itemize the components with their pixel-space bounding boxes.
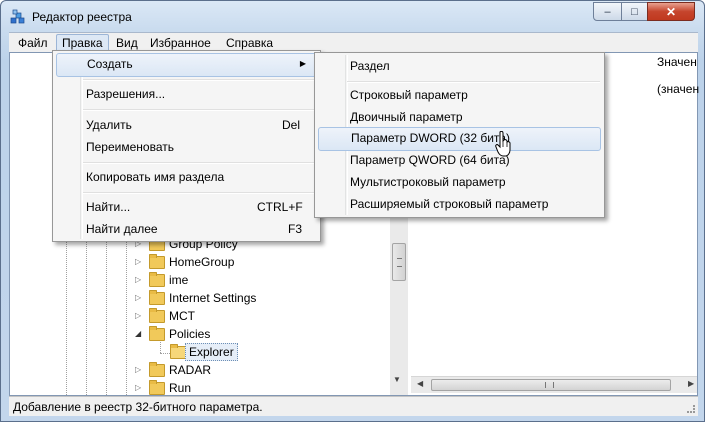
folder-icon bbox=[170, 344, 186, 359]
value-cell[interactable]: (значен bbox=[657, 82, 699, 96]
scroll-down-icon[interactable]: ▼ bbox=[393, 375, 401, 384]
menu-item-find-next[interactable]: Найти далее F3 bbox=[56, 218, 317, 240]
tree-node-label: Policies bbox=[169, 327, 211, 341]
submenu-item-key[interactable]: Раздел bbox=[318, 55, 601, 77]
tree-node-radar[interactable]: ▷ RADAR bbox=[135, 361, 335, 379]
menu-separator bbox=[83, 109, 316, 111]
menu-item-label: Копировать имя раздела bbox=[86, 170, 225, 184]
folder-icon bbox=[149, 380, 165, 395]
menu-item-label: Параметр QWORD (64 бита) bbox=[350, 153, 510, 167]
scroll-thumb[interactable] bbox=[392, 243, 406, 281]
close-button[interactable]: ✕ bbox=[647, 2, 695, 21]
menu-separator bbox=[83, 162, 316, 164]
menu-item-label: Найти далее bbox=[86, 222, 158, 236]
tree-node-label: ime bbox=[169, 273, 189, 287]
shortcut-label: Del bbox=[282, 118, 301, 132]
maximize-button[interactable]: □ bbox=[621, 2, 648, 21]
expand-arrow-icon[interactable]: ▷ bbox=[135, 361, 141, 379]
submenu-item-binary-value[interactable]: Двоичный параметр bbox=[318, 106, 601, 128]
menu-item-label: Создать bbox=[87, 57, 133, 71]
scroll-right-icon[interactable]: ▶ bbox=[688, 379, 694, 388]
submenu-arrow-icon: ▶ bbox=[299, 59, 306, 68]
tree-node-ime[interactable]: ▷ ime bbox=[135, 271, 335, 289]
submenu-item-qword-value[interactable]: Параметр QWORD (64 бита) bbox=[318, 149, 601, 171]
menu-item-label: Мультистроковый параметр bbox=[350, 175, 506, 189]
status-text: Добавление в реестр 32-битного параметра… bbox=[13, 400, 263, 414]
menu-item-label: Переименовать bbox=[86, 140, 174, 154]
tree-node-label: Run bbox=[169, 381, 192, 395]
shortcut-label: CTRL+F bbox=[257, 200, 303, 214]
folder-icon bbox=[149, 362, 165, 377]
list-horizontal-scrollbar[interactable] bbox=[411, 376, 697, 393]
scroll-thumb[interactable] bbox=[431, 379, 671, 391]
tree-node-label: MCT bbox=[169, 309, 195, 323]
menu-separator bbox=[83, 192, 316, 194]
tree-node-mct[interactable]: ▷ MCT bbox=[135, 307, 335, 325]
menu-item-label: Параметр DWORD (32 бита) bbox=[351, 131, 510, 145]
collapse-arrow-icon[interactable]: ◢ bbox=[135, 325, 141, 343]
menu-item-create[interactable]: Создать ▶ bbox=[56, 53, 317, 77]
folder-icon bbox=[149, 308, 165, 323]
menu-item-label: Удалить bbox=[86, 118, 132, 132]
edit-menu-dropdown: Создать ▶ Разрешения... Удалить Del Пере… bbox=[52, 50, 321, 242]
menu-item-label: Строковый параметр bbox=[350, 88, 468, 102]
grip-icon bbox=[397, 258, 402, 267]
status-bar: Добавление в реестр 32-битного параметра… bbox=[9, 396, 698, 416]
tree-node-internet-settings[interactable]: ▷ Internet Settings bbox=[135, 289, 335, 307]
scroll-left-icon[interactable]: ◀ bbox=[417, 379, 423, 388]
menu-item-find[interactable]: Найти... CTRL+F bbox=[56, 196, 317, 218]
tree-node-label: RADAR bbox=[169, 363, 212, 377]
expand-arrow-icon[interactable]: ▷ bbox=[135, 271, 141, 289]
expand-arrow-icon[interactable]: ▷ bbox=[135, 307, 141, 325]
submenu-item-string-value[interactable]: Строковый параметр bbox=[318, 84, 601, 106]
resize-grip-icon[interactable] bbox=[687, 405, 695, 413]
expand-arrow-icon[interactable]: ▷ bbox=[135, 379, 141, 395]
tree-node-label-selected: Explorer bbox=[185, 343, 238, 361]
tree-node-policies[interactable]: ◢ Policies bbox=[135, 325, 335, 343]
menu-separator bbox=[347, 81, 600, 83]
folder-icon bbox=[149, 272, 165, 287]
hand-pointer-icon bbox=[495, 131, 511, 157]
menu-item-permissions[interactable]: Разрешения... bbox=[56, 83, 317, 105]
tree-node-explorer[interactable]: Explorer bbox=[168, 343, 368, 361]
tree-node-homegroup[interactable]: ▷ HomeGroup bbox=[135, 253, 335, 271]
submenu-item-dword-value[interactable]: Параметр DWORD (32 бита) bbox=[318, 127, 601, 151]
menu-item-delete[interactable]: Удалить Del bbox=[56, 114, 317, 136]
menu-separator bbox=[83, 79, 316, 81]
tree-node-run[interactable]: ▷ Run bbox=[135, 379, 335, 395]
menu-item-label: Двоичный параметр bbox=[350, 110, 463, 124]
menu-item-label: Раздел bbox=[350, 59, 390, 73]
menu-item-label: Разрешения... bbox=[86, 87, 166, 101]
folder-icon bbox=[149, 254, 165, 269]
create-submenu: Раздел Строковый параметр Двоичный парам… bbox=[314, 52, 605, 218]
menu-file[interactable]: Файл bbox=[13, 34, 53, 52]
tree-node-label: HomeGroup bbox=[169, 255, 235, 269]
grip-icon bbox=[545, 382, 554, 388]
menu-item-label: Найти... bbox=[86, 200, 131, 214]
menu-bar: Файл Правка Вид Избранное Справка bbox=[9, 32, 698, 52]
column-header-value[interactable]: Значен bbox=[657, 55, 697, 69]
menu-item-label: Расширяемый строковый параметр bbox=[350, 197, 549, 211]
folder-icon bbox=[149, 290, 165, 305]
submenu-item-expandable-string-value[interactable]: Расширяемый строковый параметр bbox=[318, 193, 601, 215]
submenu-item-multi-string-value[interactable]: Мультистроковый параметр bbox=[318, 171, 601, 193]
expand-arrow-icon[interactable]: ▷ bbox=[135, 289, 141, 307]
shortcut-label: F3 bbox=[288, 222, 303, 236]
minimize-button[interactable]: – bbox=[593, 2, 622, 21]
window-title: Редактор реестра bbox=[32, 10, 132, 24]
tree-node-label: Internet Settings bbox=[169, 291, 257, 305]
menu-item-copy-key-name[interactable]: Копировать имя раздела bbox=[56, 166, 317, 188]
expand-arrow-icon[interactable]: ▷ bbox=[135, 253, 141, 271]
regedit-icon bbox=[10, 9, 25, 24]
folder-open-icon bbox=[149, 326, 165, 341]
menu-item-rename[interactable]: Переименовать bbox=[56, 136, 317, 158]
